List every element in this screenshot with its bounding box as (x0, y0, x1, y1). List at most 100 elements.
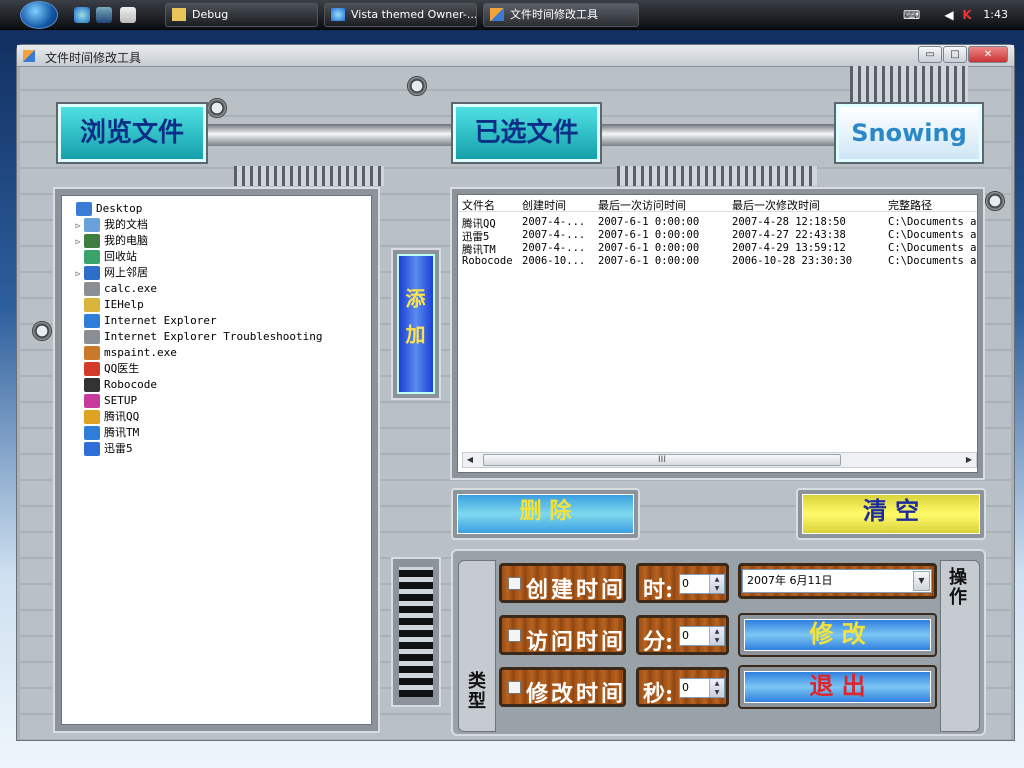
modify-button[interactable]: 修 改 (744, 619, 931, 651)
spinner-arrows-icon[interactable]: ▲ ▼ (709, 575, 724, 593)
list-cell: 2007-4-28 12:18:50 (732, 216, 846, 228)
desktop-icon (76, 202, 92, 216)
exit-button[interactable]: 退 出 (744, 671, 931, 703)
tree-node[interactable]: 迅雷5 (64, 441, 369, 457)
tree-node[interactable]: Robocode (64, 377, 369, 393)
app-icon[interactable] (23, 50, 35, 62)
dropdown-arrow-icon[interactable]: ▼ (913, 571, 930, 591)
network-icon (84, 266, 100, 280)
list-row[interactable]: 腾讯TM 2007-4-... 2007-6-1 0:00:00 2007-4-29 … (458, 242, 977, 256)
notepad-icon[interactable] (120, 7, 136, 23)
access-time-option[interactable]: 访问时间 (499, 615, 626, 655)
tree-node[interactable]: Internet Explorer (64, 313, 369, 329)
selected-files-button[interactable]: 已选文件 (451, 102, 602, 164)
tree-node[interactable]: ▷ 我的电脑 (64, 233, 369, 249)
expand-arrow-icon[interactable]: ▷ (72, 234, 84, 250)
tree-node[interactable]: 腾讯QQ (64, 409, 369, 425)
clock[interactable]: 1:43 (983, 8, 1008, 21)
scroll-thumb[interactable]: III (483, 454, 841, 466)
hour-label: 时: (643, 577, 674, 603)
minimize-button[interactable]: ▭ (918, 46, 942, 63)
tree-node[interactable]: ▷ 我的文档 (64, 217, 369, 233)
spinner-arrows-icon[interactable]: ▲ ▼ (709, 627, 724, 645)
hour-group: 时: 0 ▲ ▼ (636, 563, 729, 603)
second-spinner[interactable]: 0 ▲ ▼ (679, 678, 725, 698)
tree-node-label: SETUP (104, 394, 138, 407)
modify-button-frame: 修 改 (738, 613, 937, 657)
minute-label: 分: (643, 629, 674, 655)
snowing-logo: Snowing (834, 102, 984, 164)
tree-node[interactable]: Desktop (64, 201, 369, 217)
folder-tree[interactable]: Desktop ▷ 我的文档 ▷ 我的电脑 回收站 ▷ 网上邻居 calc.exe IEHelp I… (61, 195, 372, 725)
operation-tab-label: 操作 (949, 567, 967, 608)
list-cell: 2007-4-... (522, 216, 586, 228)
vent-slats (399, 567, 433, 697)
column-header[interactable]: 文件名 (462, 197, 495, 213)
tree-node-label: IEHelp (104, 298, 144, 311)
selected-files-list[interactable]: 文件名 创建时间 最后一次访问时间 最后一次修改时间 完整路径 腾讯QQ 2007-4-.… (457, 194, 978, 473)
ie-icon (331, 8, 345, 21)
tree-node[interactable]: SETUP (64, 393, 369, 409)
horizontal-scrollbar[interactable]: ◀ III ▶ (462, 452, 977, 468)
ie-icon[interactable] (74, 7, 90, 23)
thunder-icon (84, 442, 100, 456)
list-row[interactable]: 迅雷5 2007-4-... 2007-6-1 0:00:00 2007-4-27 2… (458, 229, 977, 243)
tree-node[interactable]: mspaint.exe (64, 345, 369, 361)
tree-node-label: 回收站 (104, 250, 137, 263)
scroll-right-icon[interactable]: ▶ (962, 453, 976, 467)
start-button[interactable] (20, 1, 58, 29)
column-header[interactable]: 完整路径 (888, 197, 932, 213)
taskbar-item-ie[interactable]: Vista themed Owner-... (324, 3, 477, 27)
tree-node[interactable]: Internet Explorer Troubleshooting (64, 329, 369, 345)
minute-spinner[interactable]: 0 ▲ ▼ (679, 626, 725, 646)
help-icon (84, 298, 100, 312)
network-tray-icon[interactable]: ⌨ (903, 7, 920, 23)
tree-node[interactable]: 回收站 (64, 249, 369, 265)
access-time-label: 访问时间 (526, 629, 627, 655)
create-time-checkbox[interactable] (508, 577, 521, 590)
delete-button[interactable]: 删 除 (457, 494, 634, 534)
list-row[interactable]: 腾讯QQ 2007-4-... 2007-6-1 0:00:00 2007-4-28 … (458, 216, 977, 230)
scroll-left-icon[interactable]: ◀ (463, 453, 477, 467)
qq-icon (84, 410, 100, 424)
title-bar[interactable]: 文件时间修改工具 ▭ □ ✕ (17, 45, 1014, 67)
tree-node[interactable]: QQ医生 (64, 361, 369, 377)
antivirus-tray-icon[interactable]: K (959, 7, 975, 23)
tree-node-label: Desktop (96, 202, 143, 215)
tree-node[interactable]: ▷ 网上邻居 (64, 265, 369, 281)
list-cell: C:\Documents a (888, 242, 977, 254)
folder-tree-panel: Desktop ▷ 我的文档 ▷ 我的电脑 回收站 ▷ 网上邻居 calc.exe IEHelp I… (53, 187, 380, 733)
modify-time-checkbox[interactable] (508, 681, 521, 694)
bolt-icon (207, 98, 227, 118)
tree-node[interactable]: IEHelp (64, 297, 369, 313)
show-desktop-icon[interactable] (96, 7, 112, 23)
date-picker[interactable]: 2007年 6月11日 ▼ (742, 569, 932, 593)
expand-arrow-icon[interactable]: ▷ (72, 266, 84, 282)
spinner-arrows-icon[interactable]: ▲ ▼ (709, 679, 724, 697)
volume-tray-icon[interactable]: ◀ (941, 7, 957, 23)
tree-node-label: 我的文档 (104, 218, 148, 231)
browse-files-button[interactable]: 浏览文件 (56, 102, 208, 164)
maximize-button[interactable]: □ (943, 46, 967, 63)
tree-node[interactable]: 腾讯TM (64, 425, 369, 441)
modify-time-option[interactable]: 修改时间 (499, 667, 626, 707)
list-header: 文件名 创建时间 最后一次访问时间 最后一次修改时间 完整路径 (458, 195, 977, 212)
column-header[interactable]: 最后一次访问时间 (598, 197, 686, 213)
column-header[interactable]: 最后一次修改时间 (732, 197, 820, 213)
taskbar-item-debug[interactable]: Debug (165, 3, 318, 27)
expand-arrow-icon[interactable]: ▷ (72, 218, 84, 234)
add-button[interactable]: 添加 (397, 254, 435, 394)
list-cell: 2007-4-... (522, 242, 586, 254)
column-header[interactable]: 创建时间 (522, 197, 566, 213)
list-row[interactable]: Robocode 2006-10... 2007-6-1 0:00:00 2006-1… (458, 255, 977, 268)
robocode-icon (84, 378, 100, 392)
tree-node[interactable]: calc.exe (64, 281, 369, 297)
delete-button-frame: 删 除 (451, 488, 640, 540)
hour-spinner[interactable]: 0 ▲ ▼ (679, 574, 725, 594)
taskbar-item-app[interactable]: 文件时间修改工具 (483, 3, 639, 27)
create-time-option[interactable]: 创建时间 (499, 563, 626, 603)
list-cell: 2007-4-27 22:43:38 (732, 229, 846, 241)
access-time-checkbox[interactable] (508, 629, 521, 642)
clear-button[interactable]: 清 空 (802, 494, 980, 534)
close-button[interactable]: ✕ (968, 46, 1008, 63)
